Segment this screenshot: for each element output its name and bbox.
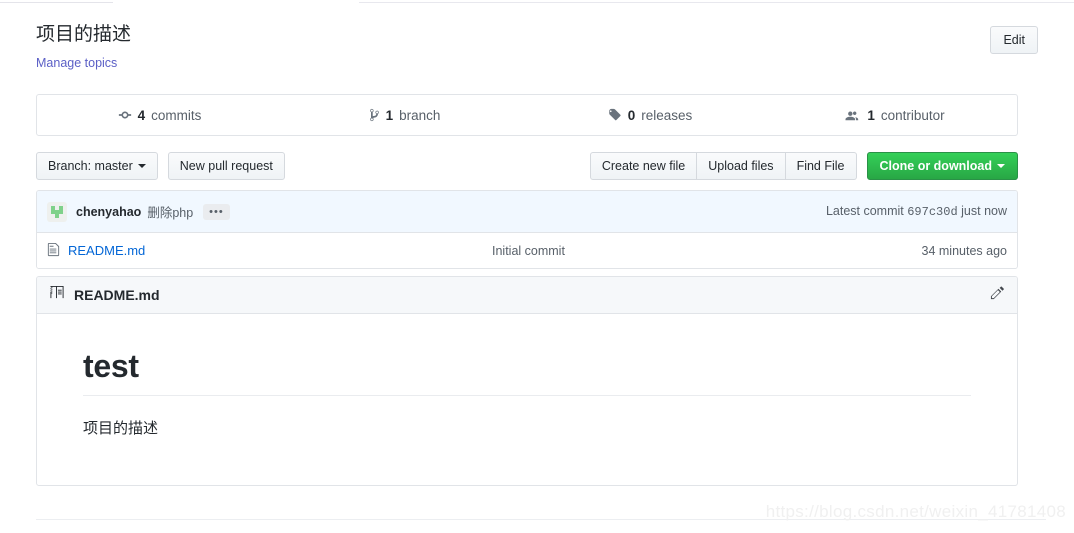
readme-panel: README.md test 项目的描述 xyxy=(36,276,1018,486)
latest-commit-prefix: Latest commit xyxy=(825,204,904,218)
file-age: 34 minutes ago xyxy=(921,243,1007,258)
branches-label: branch xyxy=(399,107,441,123)
branches-count: 1 xyxy=(385,107,394,123)
toolbar-right-group: Create new file Upload files Find File C… xyxy=(589,152,1018,180)
readme-content: test 项目的描述 xyxy=(37,314,1017,460)
commits-label: commits xyxy=(151,107,202,123)
file-icon xyxy=(47,242,60,260)
commit-author-link[interactable]: chenyahao xyxy=(76,205,141,219)
create-new-file-button[interactable]: Create new file xyxy=(589,152,698,180)
releases-count: 0 xyxy=(627,107,636,123)
table-row: README.md Initial commit 34 minutes ago xyxy=(37,233,1017,268)
clone-or-download-button[interactable]: Clone or download xyxy=(866,152,1018,180)
branches-stat[interactable]: 1 branch xyxy=(282,95,527,135)
file-actions-group: Create new file Upload files Find File xyxy=(589,152,857,180)
file-name-link[interactable]: README.md xyxy=(68,243,145,258)
commits-count: 4 xyxy=(137,107,146,123)
identicon-avatar[interactable] xyxy=(47,201,67,222)
commit-icon xyxy=(118,108,132,122)
chevron-down-icon xyxy=(137,164,146,168)
repository-stats-bar: 4 commits 1 branch 0 releases 1 contribu… xyxy=(36,94,1018,136)
contributors-label: contributor xyxy=(880,107,945,123)
readme-header: README.md xyxy=(37,277,1017,314)
clone-or-download-label: Clone or download xyxy=(879,159,993,173)
commits-stat[interactable]: 4 commits xyxy=(37,95,282,135)
readme-paragraph: 项目的描述 xyxy=(83,420,159,437)
find-file-button[interactable]: Find File xyxy=(785,152,857,180)
contributors-count: 1 xyxy=(867,107,875,123)
releases-stat[interactable]: 0 releases xyxy=(527,95,772,135)
upload-files-button[interactable]: Upload files xyxy=(697,152,786,180)
branch-select-label: Branch: master xyxy=(48,159,133,173)
repo-toolbar: Branch: master New pull request Create n… xyxy=(36,152,1018,182)
tag-icon xyxy=(607,108,622,122)
top-divider-left xyxy=(0,2,113,3)
releases-label: releases xyxy=(641,107,693,123)
repo-description: 项目的描述 xyxy=(36,24,132,45)
latest-commit-meta: Latest commit 697c30d just now xyxy=(826,204,1007,219)
contributors-stat[interactable]: 1 contributor xyxy=(772,95,1017,135)
branch-icon xyxy=(369,108,380,122)
people-icon xyxy=(844,108,861,122)
commit-sha-link[interactable]: 697c30d xyxy=(907,205,957,219)
toolbar-left-group: Branch: master New pull request xyxy=(36,152,285,180)
commit-time: just now xyxy=(961,204,1007,218)
commit-message-link[interactable]: 删除php xyxy=(147,202,193,221)
file-listing: chenyahao 删除php ••• Latest commit 697c30… xyxy=(36,190,1018,269)
repository-page: 项目的描述 Manage topics Edit 4 commits 1 bra… xyxy=(0,0,1074,533)
book-icon xyxy=(49,285,65,305)
edit-button[interactable]: Edit xyxy=(990,26,1038,54)
readme-title: README.md xyxy=(74,287,160,303)
new-pull-request-button[interactable]: New pull request xyxy=(167,152,285,180)
chevron-down-icon xyxy=(997,164,1005,168)
readme-heading: test xyxy=(83,348,971,396)
latest-commit-row: chenyahao 删除php ••• Latest commit 697c30… xyxy=(37,191,1017,233)
repo-header: 项目的描述 Manage topics Edit xyxy=(36,22,1038,72)
file-commit-message[interactable]: Initial commit xyxy=(492,244,565,258)
top-divider-right xyxy=(359,2,1074,3)
commit-details-ellipsis-button[interactable]: ••• xyxy=(203,203,230,220)
branch-select-button[interactable]: Branch: master xyxy=(36,152,158,180)
pencil-icon[interactable] xyxy=(990,285,1005,305)
watermark: https://blog.csdn.net/weixin_41781408 xyxy=(765,502,1066,521)
manage-topics-link[interactable]: Manage topics xyxy=(36,56,117,70)
